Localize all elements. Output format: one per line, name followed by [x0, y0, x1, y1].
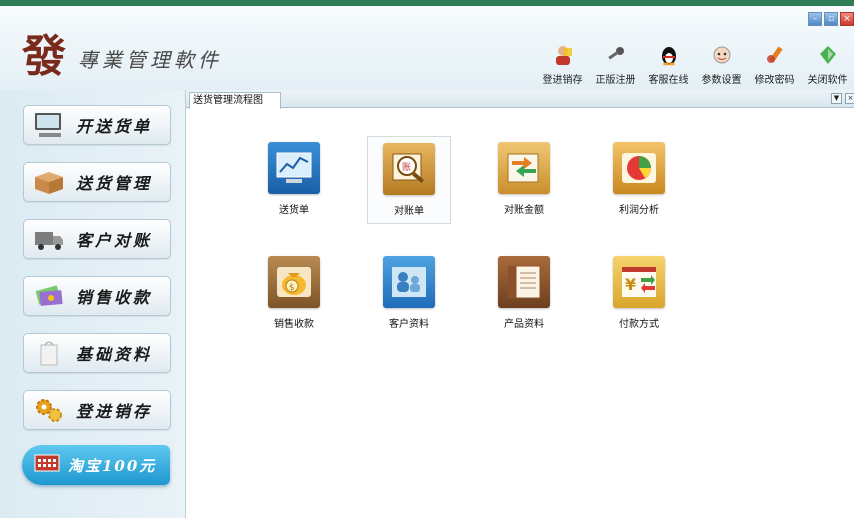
tile-profit-analysis[interactable]: 利润分析: [597, 136, 681, 224]
restore-icon[interactable]: ▫: [824, 12, 838, 26]
toolbar-settings-button[interactable]: 参数设置: [695, 43, 748, 86]
sidebar-item-customer-reconciliation[interactable]: 客户对账: [23, 219, 171, 259]
app-window: 發 專業管理軟件 – ▫ × 登进销存 正版注册 客服在线 参数设置 修改密码 …: [0, 0, 854, 518]
power-icon: [816, 43, 840, 67]
user-icon: [551, 43, 575, 67]
calendar-icon: [34, 454, 60, 476]
window-controls: – ▫ ×: [808, 12, 854, 26]
header: 發 專業管理軟件 – ▫ × 登进销存 正版注册 客服在线 参数设置 修改密码 …: [0, 6, 854, 90]
tile-sales-collection[interactable]: $ 销售收款: [252, 250, 336, 338]
tile-payment-method[interactable]: ¥ 付款方式: [597, 250, 681, 338]
svg-text:账: 账: [402, 162, 411, 173]
tile-statement[interactable]: 账 对账单: [367, 136, 451, 224]
sidebar-item-create-delivery[interactable]: 开送货单: [23, 105, 171, 145]
sidebar-item-inventory[interactable]: 登进销存: [23, 390, 171, 430]
people-icon: [383, 256, 435, 308]
pie-chart-icon: [613, 142, 665, 194]
tile-label: 送货单: [279, 205, 309, 216]
toolbar-register-button[interactable]: 正版注册: [589, 43, 642, 86]
magnifier-ledger-icon: 账: [383, 143, 435, 195]
box-icon: [32, 168, 66, 196]
svg-text:$: $: [289, 283, 295, 293]
sidebar-item-sales-collection[interactable]: 销售收款: [23, 276, 171, 316]
tile-label: 利润分析: [619, 205, 659, 216]
toolbar-label: 参数设置: [701, 75, 742, 86]
toolbar-label: 登进销存: [542, 75, 583, 86]
tile-label: 客户资料: [389, 319, 429, 330]
tile-reconciliation-amount[interactable]: 对账金额: [482, 136, 566, 224]
company-book-icon: [498, 256, 550, 308]
tile-delivery-note[interactable]: 送货单: [252, 136, 336, 224]
penguin-icon: [657, 43, 681, 67]
yuan-exchange-icon: ¥: [613, 256, 665, 308]
tab-dropdown-icon[interactable]: ▼: [831, 93, 842, 104]
tile-label: 对账单: [394, 206, 424, 217]
tile-label: 付款方式: [619, 319, 659, 330]
truck-icon: [32, 225, 66, 253]
tile-label: 对账金额: [504, 205, 544, 216]
gears-icon: [32, 396, 66, 424]
sidebar-item-delivery-management[interactable]: 送货管理: [23, 162, 171, 202]
sidebar: 开送货单 送货管理 客户对账 销售收款 基础资料 登进销存 淘宝100元: [0, 90, 186, 518]
toolbar-support-button[interactable]: 客服在线: [642, 43, 695, 86]
tile-label: 产品资料: [504, 319, 544, 330]
bag-icon: [32, 339, 66, 367]
logo-subtitle: 專業管理軟件: [78, 48, 222, 72]
toolbar-exit-button[interactable]: 关闭软件: [801, 43, 854, 86]
computer-icon: [32, 111, 66, 139]
sidebar-item-label: 客户对账: [76, 231, 153, 250]
sidebar-item-basic-data[interactable]: 基础资料: [23, 333, 171, 373]
logo-mark: 發: [22, 31, 66, 82]
toolbar-label: 客服在线: [648, 75, 689, 86]
tile-label: 销售收款: [274, 319, 314, 330]
pencil-icon: [763, 43, 787, 67]
sidebar-item-label: 开送货单: [76, 117, 153, 136]
toolbar-password-button[interactable]: 修改密码: [748, 43, 801, 86]
minimize-icon[interactable]: –: [808, 12, 822, 26]
arrows-chart-icon: [498, 142, 550, 194]
tab-close-icon[interactable]: ×: [845, 93, 854, 104]
taobao-promo-button[interactable]: 淘宝100元: [22, 445, 170, 485]
money-icon: [32, 282, 66, 310]
monitor-chart-icon: [268, 142, 320, 194]
toolbar: 登进销存 正版注册 客服在线 参数设置 修改密码 关闭软件: [536, 32, 854, 86]
tile-customer-data[interactable]: 客户资料: [367, 250, 451, 338]
promo-label: 淘宝100元: [68, 456, 157, 475]
sidebar-item-label: 登进销存: [76, 402, 153, 421]
main-panel: 送货管理流程图 ▼ × 送货单 账 对账单 对账金额 利润分析 $ 销售收款 客…: [186, 90, 854, 518]
sidebar-item-label: 送货管理: [76, 174, 153, 193]
settings-face-icon: [710, 43, 734, 67]
toolbar-login-button[interactable]: 登进销存: [536, 43, 589, 86]
money-bag-icon: $: [268, 256, 320, 308]
tab-delivery-flowchart[interactable]: 送货管理流程图: [189, 92, 281, 109]
close-icon[interactable]: ×: [840, 12, 854, 26]
toolbar-label: 正版注册: [595, 75, 636, 86]
key-icon: [604, 43, 628, 67]
tab-bar: 送货管理流程图 ▼ ×: [186, 90, 854, 109]
toolbar-label: 关闭软件: [807, 75, 848, 86]
svg-text:¥: ¥: [625, 275, 636, 294]
tile-product-data[interactable]: 产品资料: [482, 250, 566, 338]
sidebar-item-label: 销售收款: [76, 288, 153, 307]
toolbar-label: 修改密码: [754, 75, 795, 86]
sidebar-item-label: 基础资料: [76, 345, 153, 364]
